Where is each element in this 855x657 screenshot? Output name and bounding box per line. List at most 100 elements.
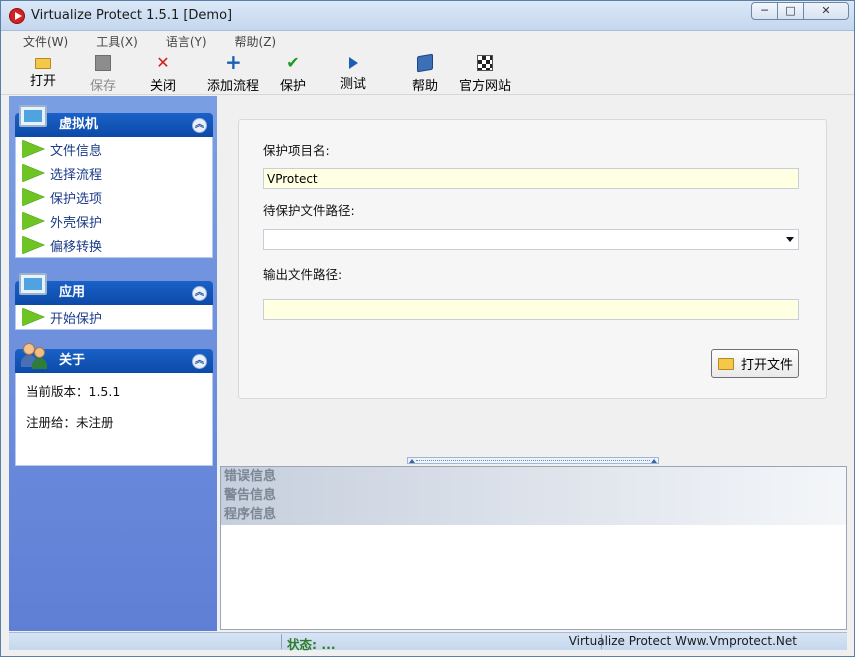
open-label: 打开 xyxy=(29,74,56,89)
title-bar[interactable]: Virtualize Protect 1.5.1 [Demo] ─ □ ✕ xyxy=(1,1,854,31)
add-flow-button[interactable]: + 添加流程 xyxy=(207,50,260,94)
menu-tools[interactable]: 工具(X) xyxy=(82,31,152,51)
sidebar: 虚拟机 ︽ 文件信息 选择流程 保护选项 外壳保护 偏移转换 应用 ︽ 开始保护… xyxy=(9,96,217,631)
sidebar-item-protect-options[interactable]: 保护选项 xyxy=(16,185,212,209)
app-group-header[interactable]: 应用 ︽ xyxy=(15,273,213,305)
green-arrow-icon xyxy=(22,212,44,230)
website-button[interactable]: 官方网站 xyxy=(459,53,512,94)
sidebar-item-label: 外壳保护 xyxy=(50,215,103,231)
menu-help[interactable]: 帮助(Z) xyxy=(221,31,291,51)
sidebar-item-label: 保护选项 xyxy=(50,191,103,207)
green-arrow-icon xyxy=(22,236,44,254)
close-window-button[interactable]: ✕ xyxy=(803,2,849,20)
status-text: 状态: ... xyxy=(287,637,336,652)
computer-icon xyxy=(19,105,51,135)
sidebar-item-start-protect[interactable]: 开始保护 xyxy=(16,305,212,329)
help-button[interactable]: 帮助 xyxy=(411,53,439,94)
window-title: Virtualize Protect 1.5.1 [Demo] xyxy=(31,8,233,23)
main-panel: 保护项目名: 待保护文件路径: 输出文件路径: 打开文件 xyxy=(219,96,848,461)
message-categories: 错误信息 警告信息 程序信息 xyxy=(221,467,846,525)
floppy-disk-icon xyxy=(95,55,111,71)
sidebar-item-label: 文件信息 xyxy=(50,143,103,159)
collapse-chevron-icon[interactable]: ︽ xyxy=(192,286,207,301)
status-separator xyxy=(281,634,282,649)
about-group-header[interactable]: 关于 ︽ xyxy=(15,343,213,373)
play-icon xyxy=(348,57,358,69)
error-messages-row[interactable]: 错误信息 xyxy=(221,467,846,486)
close-label: 关闭 xyxy=(149,79,176,94)
plus-icon: + xyxy=(225,50,242,74)
menu-language[interactable]: 语言(Y) xyxy=(152,31,221,51)
toolbar: 打开 保存 ✕ 关闭 + 添加流程 ✔ 保护 测试 帮助 官方网站 xyxy=(1,51,854,95)
dropdown-arrow-icon[interactable] xyxy=(786,237,794,242)
version-text: 当前版本：1.5.1 xyxy=(26,384,121,399)
save-label: 保存 xyxy=(89,79,116,94)
about-group-title: 关于 xyxy=(59,353,86,368)
minimize-button[interactable]: ─ xyxy=(751,2,778,20)
open-file-button[interactable]: 打开文件 xyxy=(711,349,799,378)
green-arrow-icon xyxy=(22,188,44,206)
help-book-icon xyxy=(417,53,433,73)
checkered-flag-icon xyxy=(477,55,493,71)
splitter-up-arrow-icon xyxy=(651,459,657,463)
about-group-body: 当前版本：1.5.1 注册给：未注册 xyxy=(15,373,213,466)
status-bar: 状态: ... Virtualize Protect Www.Vmprotect… xyxy=(9,632,847,652)
collapse-chevron-icon[interactable]: ︽ xyxy=(192,354,207,369)
green-arrow-icon xyxy=(22,164,44,182)
project-name-input[interactable] xyxy=(263,168,799,189)
status-credit: Virtualize Protect Www.Vmprotect.Net xyxy=(568,634,797,648)
vm-group-body: 文件信息 选择流程 保护选项 外壳保护 偏移转换 xyxy=(15,137,213,258)
sidebar-item-label: 开始保护 xyxy=(50,311,103,327)
registered-text: 注册给：未注册 xyxy=(26,415,114,430)
maximize-button[interactable]: □ xyxy=(777,2,804,20)
program-messages-row[interactable]: 程序信息 xyxy=(221,505,846,524)
panel-splitter[interactable] xyxy=(407,457,659,464)
green-arrow-icon xyxy=(22,140,44,158)
about-group: 关于 ︽ 当前版本：1.5.1 注册给：未注册 xyxy=(15,343,213,466)
protect-label: 保护 xyxy=(279,79,306,94)
collapse-chevron-icon[interactable]: ︽ xyxy=(192,118,207,133)
project-form: 保护项目名: 待保护文件路径: 输出文件路径: 打开文件 xyxy=(238,119,827,399)
website-label: 官方网站 xyxy=(459,79,512,94)
file-path-label: 待保护文件路径: xyxy=(263,203,355,218)
sidebar-item-file-info[interactable]: 文件信息 xyxy=(16,137,212,161)
splitter-up-arrow-icon xyxy=(409,459,415,463)
warning-messages-row[interactable]: 警告信息 xyxy=(221,486,846,505)
app-window: Virtualize Protect 1.5.1 [Demo] ─ □ ✕ 文件… xyxy=(0,0,855,657)
open-button[interactable]: 打开 xyxy=(29,53,57,93)
sidebar-item-offset-convert[interactable]: 偏移转换 xyxy=(16,233,212,257)
vm-group: 虚拟机 ︽ 文件信息 选择流程 保护选项 外壳保护 偏移转换 xyxy=(15,105,213,258)
output-panel: 错误信息 警告信息 程序信息 xyxy=(220,466,847,630)
close-button[interactable]: ✕ 关闭 xyxy=(149,53,177,95)
help-label: 帮助 xyxy=(411,79,438,94)
test-label: 测试 xyxy=(339,77,366,92)
computer-key-icon xyxy=(19,273,51,303)
sidebar-item-label: 偏移转换 xyxy=(50,239,103,255)
output-path-label: 输出文件路径: xyxy=(263,267,343,282)
checkmark-icon: ✔ xyxy=(286,53,300,72)
users-icon xyxy=(19,341,51,371)
app-logo-icon xyxy=(9,8,25,24)
add-flow-label: 添加流程 xyxy=(207,79,260,94)
menu-file[interactable]: 文件(W) xyxy=(1,31,82,51)
vm-group-title: 虚拟机 xyxy=(59,117,99,132)
window-controls: ─ □ ✕ xyxy=(751,2,849,20)
sidebar-item-shell-protect[interactable]: 外壳保护 xyxy=(16,209,212,233)
test-button[interactable]: 测试 xyxy=(339,53,367,93)
project-name-label: 保护项目名: xyxy=(263,143,330,158)
close-icon: ✕ xyxy=(156,53,170,72)
app-group-body: 开始保护 xyxy=(15,305,213,330)
file-path-combobox[interactable] xyxy=(263,229,799,250)
folder-open-icon xyxy=(718,357,734,370)
menu-bar: 文件(W) 工具(X) 语言(Y) 帮助(Z) xyxy=(1,31,854,51)
app-group-title: 应用 xyxy=(59,285,86,300)
sidebar-item-label: 选择流程 xyxy=(50,167,103,183)
sidebar-item-select-flow[interactable]: 选择流程 xyxy=(16,161,212,185)
output-path-input[interactable] xyxy=(263,299,799,320)
save-button[interactable]: 保存 xyxy=(89,53,117,94)
protect-button[interactable]: ✔ 保护 xyxy=(279,53,307,95)
vm-group-header[interactable]: 虚拟机 ︽ xyxy=(15,105,213,137)
folder-open-icon xyxy=(35,58,51,69)
green-arrow-icon xyxy=(22,308,44,326)
open-file-label: 打开文件 xyxy=(741,358,794,373)
